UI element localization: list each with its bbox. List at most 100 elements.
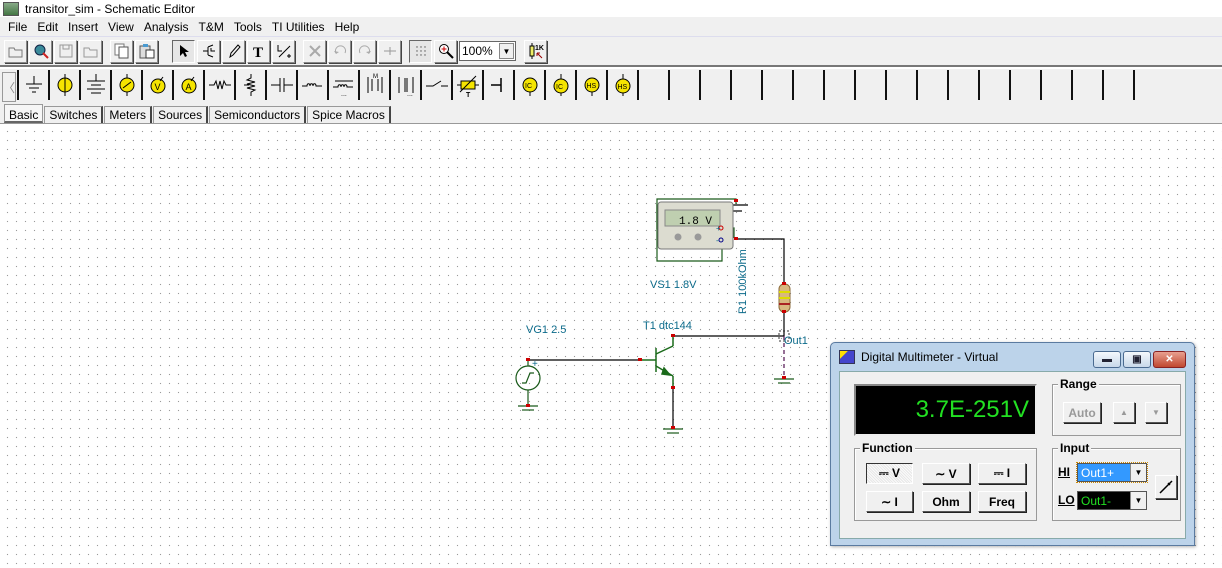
part-current-source-ic-plus-button[interactable]: IC (544, 70, 575, 100)
part-ground-button[interactable] (17, 70, 48, 100)
transistor-t1 (640, 336, 674, 386)
tab-semiconductors[interactable]: Semiconductors (209, 106, 307, 123)
wire-icon (202, 44, 215, 58)
part-switch-button[interactable] (420, 70, 451, 100)
part-hs-source-button[interactable]: HS (575, 70, 606, 100)
scroll-left-button[interactable]: 〈 (2, 72, 16, 102)
copy-icon (114, 43, 128, 59)
menu-tm[interactable]: T&M (194, 18, 229, 36)
part-transformer-button[interactable]: M (358, 70, 389, 100)
select-tool-button[interactable] (172, 39, 195, 63)
minimize-button[interactable]: ▬ (1093, 351, 1121, 368)
probe-button[interactable] (1155, 475, 1177, 499)
hi-input-select[interactable]: Out1+ ▼ (1076, 462, 1148, 483)
part-inductor-button[interactable] (296, 70, 327, 100)
save-icon (59, 44, 72, 58)
zoom-level-select[interactable]: 100% ▼ (459, 41, 516, 61)
text-tool-button[interactable]: T (247, 39, 270, 63)
part-signal-generator-button[interactable] (110, 70, 141, 100)
component-value-button[interactable]: 1K (524, 39, 547, 63)
part-potentiometer-button[interactable] (234, 70, 265, 100)
transformer-core-icon: ... (398, 77, 413, 97)
part-empty-slot (699, 70, 730, 100)
copy-button[interactable] (110, 39, 133, 63)
part-thermistor-button[interactable]: T (451, 70, 482, 100)
pencil-icon (228, 44, 241, 58)
menu-view[interactable]: View (103, 18, 139, 36)
close-file-button[interactable] (79, 39, 102, 63)
menu-help[interactable]: Help (330, 18, 365, 36)
function-dc-current-button[interactable]: ⎓ I (978, 463, 1026, 484)
part-current-source-ic-button[interactable]: IC (513, 70, 544, 100)
tab-switches[interactable]: Switches (44, 106, 104, 123)
resistor-r1 (778, 283, 791, 313)
delete-button[interactable] (303, 39, 326, 63)
menu-analysis[interactable]: Analysis (139, 18, 194, 36)
lo-input-select[interactable]: Out1- ▼ (1077, 491, 1147, 510)
junction-icon (383, 47, 396, 55)
part-hs-source-plus-button[interactable]: HS (606, 70, 637, 100)
range-up-button[interactable]: ▲ (1113, 402, 1135, 423)
grid-toggle-button[interactable] (409, 39, 432, 63)
range-down-button[interactable]: ▼ (1145, 402, 1167, 423)
window-title: transitor_sim - Schematic Editor (25, 1, 196, 16)
function-ac-voltage-button[interactable]: ∼ V (922, 463, 970, 484)
tab-sources[interactable]: Sources (153, 106, 209, 123)
tab-spice-macros[interactable]: Spice Macros (307, 106, 391, 123)
part-empty-slot (1133, 70, 1164, 100)
part-voltmeter-button[interactable]: V (141, 70, 172, 100)
arrow-pointer-icon (179, 45, 189, 57)
ammeter-icon: A (181, 76, 196, 94)
undo-button[interactable] (328, 39, 351, 63)
paste-button[interactable] (135, 39, 158, 63)
part-empty-slot (792, 70, 823, 100)
part-battery-button[interactable] (79, 70, 110, 100)
part-inductor-core-button[interactable]: ... (327, 70, 358, 100)
menu-file[interactable]: File (3, 18, 32, 36)
part-empty-slot (637, 70, 668, 100)
tab-meters[interactable]: Meters (104, 106, 153, 123)
open-examples-button[interactable] (29, 39, 52, 63)
redo-button[interactable] (353, 39, 376, 63)
open-button[interactable] (4, 39, 27, 63)
menu-insert[interactable]: Insert (63, 18, 103, 36)
zoom-button[interactable] (434, 39, 457, 63)
part-empty-slot (1071, 70, 1102, 100)
part-empty-slot (1040, 70, 1071, 100)
function-freq-button[interactable]: Freq (978, 491, 1026, 512)
part-voltage-source-button[interactable] (48, 70, 79, 100)
arrow-down-icon: ▼ (1152, 408, 1160, 417)
globe-search-icon (34, 44, 49, 59)
function-dc-voltage-button[interactable]: ⎓ V (866, 463, 913, 484)
current-source-ic-plus-icon: IC (553, 74, 568, 96)
save-button[interactable] (54, 39, 77, 63)
function-ac-current-button[interactable]: ∼ I (866, 491, 913, 512)
rotate-tool-button[interactable] (272, 39, 295, 63)
title-bar: transitor_sim - Schematic Editor (0, 0, 1222, 17)
grid-icon (415, 46, 426, 56)
arrow-up-icon: ▲ (1120, 408, 1128, 417)
chevron-down-icon: ▼ (499, 43, 514, 59)
part-resistor-button[interactable] (203, 70, 234, 100)
chevron-down-icon: ▼ (1130, 492, 1146, 509)
part-plate-button[interactable] (482, 70, 513, 100)
paste-icon (139, 44, 154, 59)
menu-tools[interactable]: Tools (229, 18, 267, 36)
part-capacitor-button[interactable] (265, 70, 296, 100)
wire-tool-button[interactable] (197, 39, 220, 63)
range-auto-button[interactable]: Auto (1063, 402, 1101, 423)
close-button[interactable]: ✕ (1153, 351, 1186, 368)
pencil-tool-button[interactable] (222, 39, 245, 63)
part-transformer-core-button[interactable]: ... (389, 70, 420, 100)
menu-edit[interactable]: Edit (32, 18, 63, 36)
svg-text:IC: IC (525, 83, 532, 90)
maximize-icon: ▣ (1132, 354, 1142, 365)
maximize-button[interactable]: ▣ (1123, 351, 1151, 368)
svg-text:+: + (716, 224, 721, 233)
thermistor-icon: T (456, 75, 479, 97)
function-ohm-button[interactable]: Ohm (922, 491, 970, 512)
junction-button[interactable] (378, 39, 401, 63)
menu-ti-utilities[interactable]: TI Utilities (267, 18, 330, 36)
part-ammeter-button[interactable]: A (172, 70, 203, 100)
tab-basic[interactable]: Basic (4, 104, 44, 123)
